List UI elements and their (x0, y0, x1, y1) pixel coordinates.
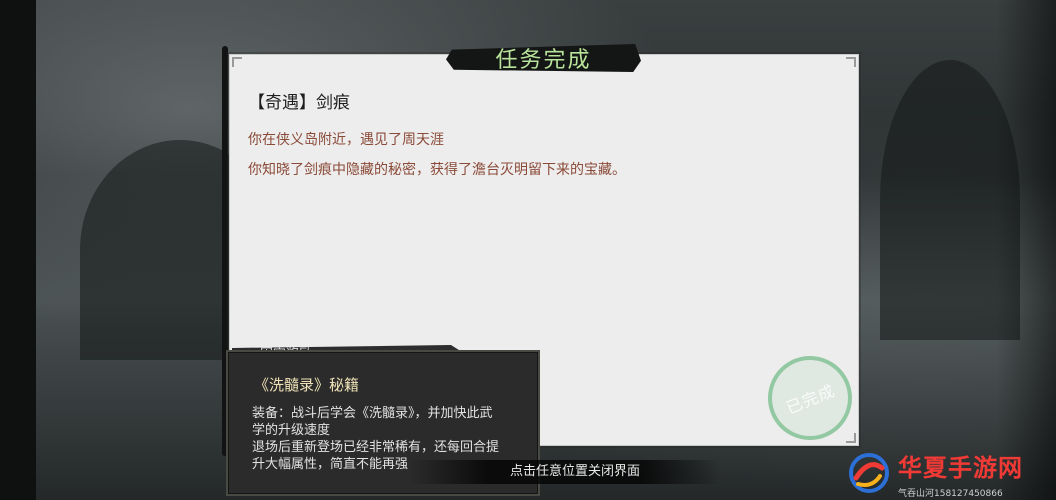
quest-description-line: 你知晓了剑痕中隐藏的秘密，获得了澹台灭明留下来的宝藏。 (248, 162, 626, 178)
quest-title: 【奇遇】剑痕 (248, 93, 350, 113)
mountain-silhouette (880, 60, 1020, 340)
item-description-line: 退场后重新登场已经非常稀有，还每回合提 (252, 440, 500, 455)
panel-corner (846, 433, 856, 443)
close-hint[interactable]: 点击任意位置关闭界面 (410, 460, 720, 484)
panel-corner (232, 57, 242, 67)
quest-description-line: 你在侠义岛附近，遇见了周天涯 (248, 132, 444, 148)
panel-corner (846, 57, 856, 67)
item-name: 《洗髓录》秘籍 (254, 376, 360, 394)
swirl-logo-icon (849, 453, 889, 493)
item-description-line: 学的升级速度 (252, 423, 331, 438)
watermark-brand: 华夏手游网 (898, 454, 1023, 482)
watermark-subtext: 气吞山河158127450866 (898, 489, 1003, 499)
completed-stamp-text: 已完成 (783, 381, 838, 418)
item-description-line: 装备：战斗后学会《洗髓录》，并加快此武 (252, 406, 493, 421)
